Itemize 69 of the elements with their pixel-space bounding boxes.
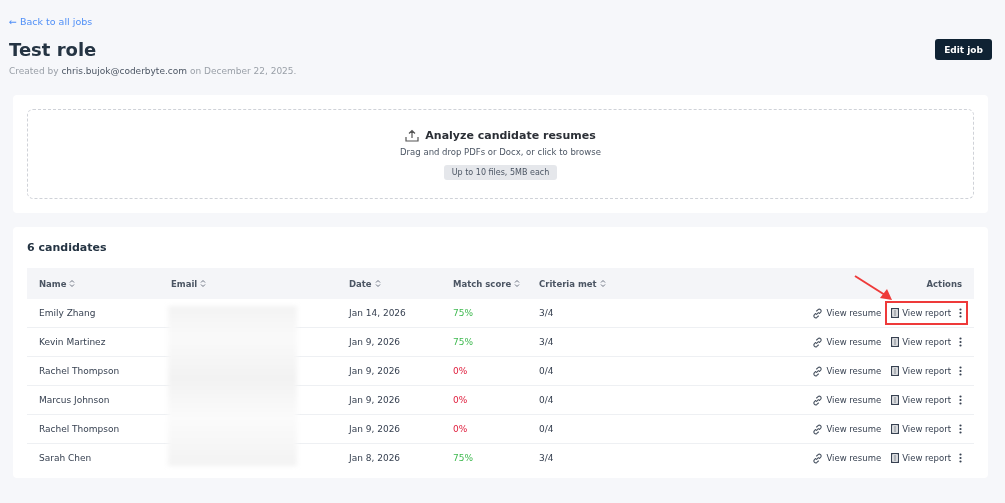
criteria-cell: 0/4 [539, 366, 554, 376]
candidates-heading: 6 candidates [27, 241, 108, 254]
view-report-link[interactable]: View report [891, 453, 951, 463]
view-report-link[interactable]: View report [891, 366, 951, 376]
view-report-link[interactable]: View report [891, 337, 951, 347]
document-icon [891, 453, 900, 463]
view-resume-link[interactable]: View resume [812, 307, 882, 319]
match-score: 75% [453, 453, 473, 463]
criteria-cell: 3/4 [539, 337, 554, 347]
date-cell: Jan 8, 2026 [349, 453, 401, 463]
file-limit-badge: Up to 10 files, 5MB each [443, 164, 558, 180]
date-cell: Jan 9, 2026 [349, 395, 401, 405]
match-score: 0% [453, 424, 468, 434]
candidate-name: Emily Zhang [39, 308, 96, 318]
document-icon [891, 424, 900, 434]
column-header: Actions [926, 278, 962, 289]
view-resume-link[interactable]: View resume [812, 336, 882, 348]
criteria-cell: 3/4 [539, 308, 554, 318]
match-score: 75% [453, 308, 473, 318]
page-title: Test role [9, 39, 97, 60]
document-icon [891, 308, 900, 318]
more-icon[interactable] [959, 395, 962, 405]
upload-title: Analyze candidate resumes [425, 128, 596, 142]
more-icon[interactable] [959, 308, 962, 318]
view-resume-link[interactable]: View resume [812, 365, 882, 377]
column-header[interactable]: Email [171, 278, 198, 289]
column-header[interactable]: Match score [453, 278, 512, 289]
column-header[interactable]: Criteria met [539, 278, 597, 289]
view-report-link[interactable]: View report [891, 308, 951, 318]
candidate-name: Rachel Thompson [39, 424, 120, 434]
view-resume-link[interactable]: View resume [812, 394, 882, 406]
more-icon[interactable] [959, 424, 962, 434]
view-resume-link[interactable]: View resume [812, 423, 882, 435]
candidate-name: Marcus Johnson [39, 395, 110, 405]
document-icon [891, 366, 900, 376]
more-icon[interactable] [959, 453, 962, 463]
more-icon[interactable] [959, 366, 962, 376]
link-icon [812, 452, 824, 464]
document-icon [891, 395, 900, 405]
criteria-cell: 0/4 [539, 424, 554, 434]
link-icon [812, 307, 824, 319]
match-score: 75% [453, 337, 473, 347]
candidate-name: Rachel Thompson [39, 366, 120, 376]
created-by-text: Created by chris.bujok@coderbyte.com on December 22, 2025. [9, 66, 298, 76]
date-cell: Jan 14, 2026 [349, 308, 406, 318]
date-cell: Jan 9, 2026 [349, 337, 401, 347]
more-icon[interactable] [959, 337, 962, 347]
date-cell: Jan 9, 2026 [349, 366, 401, 376]
date-cell: Jan 9, 2026 [349, 424, 401, 434]
match-score: 0% [453, 366, 468, 376]
link-icon [812, 336, 824, 348]
view-report-link[interactable]: View report [891, 424, 951, 434]
candidate-name: Kevin Martinez [39, 337, 106, 347]
view-resume-link[interactable]: View resume [812, 452, 882, 464]
candidate-name: Sarah Chen [39, 453, 92, 463]
link-icon [812, 365, 824, 377]
upload-hint: Drag and drop PDFs or Docx, or click to browse [400, 146, 601, 157]
view-report-link[interactable]: View report [891, 395, 951, 405]
document-icon [891, 337, 900, 347]
upload-icon [405, 128, 420, 142]
criteria-cell: 0/4 [539, 395, 554, 405]
drop-zone[interactable]: Analyze candidate resumes Drag and drop PDFs or Docx, or click to browse Up to 10 files, 5MB each [27, 109, 974, 199]
column-header[interactable]: Date [349, 278, 372, 289]
match-score: 0% [453, 395, 468, 405]
link-icon [812, 394, 824, 406]
link-icon [812, 423, 824, 435]
criteria-cell: 3/4 [539, 453, 554, 463]
edit-job-button[interactable]: Edit job [935, 39, 992, 60]
column-header[interactable]: Name [39, 278, 67, 289]
